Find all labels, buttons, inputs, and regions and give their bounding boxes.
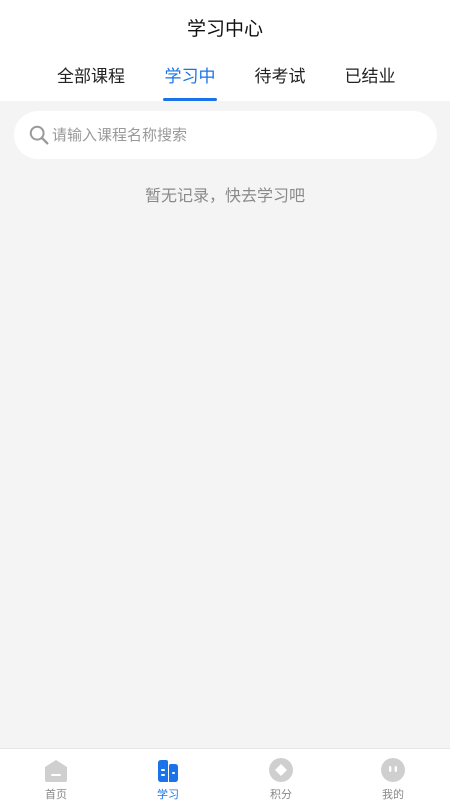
bottom-tab-bar: 首页 学习 积分 我的 [0, 748, 450, 800]
tabbar-item-points[interactable]: 积分 [225, 749, 337, 800]
tabbar-item-profile[interactable]: 我的 [337, 749, 449, 800]
home-icon [45, 760, 67, 782]
page-title: 学习中心 [186, 18, 263, 40]
tabbar-label: 我的 [382, 788, 404, 800]
tabbar-item-study[interactable]: 学习 [112, 749, 224, 800]
tab-label: 学习中 [164, 67, 216, 87]
tabbar-label: 学习 [157, 788, 179, 800]
tab-all-courses[interactable]: 全部课程 [46, 62, 136, 101]
tab-pending-exam[interactable]: 待考试 [235, 62, 325, 101]
study-icon [158, 760, 178, 782]
points-icon [269, 758, 293, 782]
tabbar-label: 首页 [45, 788, 67, 800]
search-bar[interactable] [14, 111, 437, 159]
search-input[interactable] [52, 111, 422, 159]
tab-label: 待考试 [254, 67, 306, 87]
tab-label: 全部课程 [57, 67, 125, 87]
tab-bar-top: 全部课程 学习中 待考试 已结业 [0, 62, 450, 101]
active-tab-indicator [163, 98, 217, 101]
tabbar-label: 积分 [270, 788, 292, 800]
profile-icon [381, 758, 405, 782]
search-icon [29, 125, 49, 145]
tab-learning[interactable]: 学习中 [145, 62, 235, 101]
tab-label: 已结业 [344, 67, 396, 87]
empty-state-message: 暂无记录，快去学习吧 [144, 186, 305, 205]
header: 学习中心 全部课程 学习中 待考试 已结业 [0, 0, 450, 101]
tab-graduated[interactable]: 已结业 [325, 62, 415, 101]
tabbar-item-home[interactable]: 首页 [0, 749, 112, 800]
